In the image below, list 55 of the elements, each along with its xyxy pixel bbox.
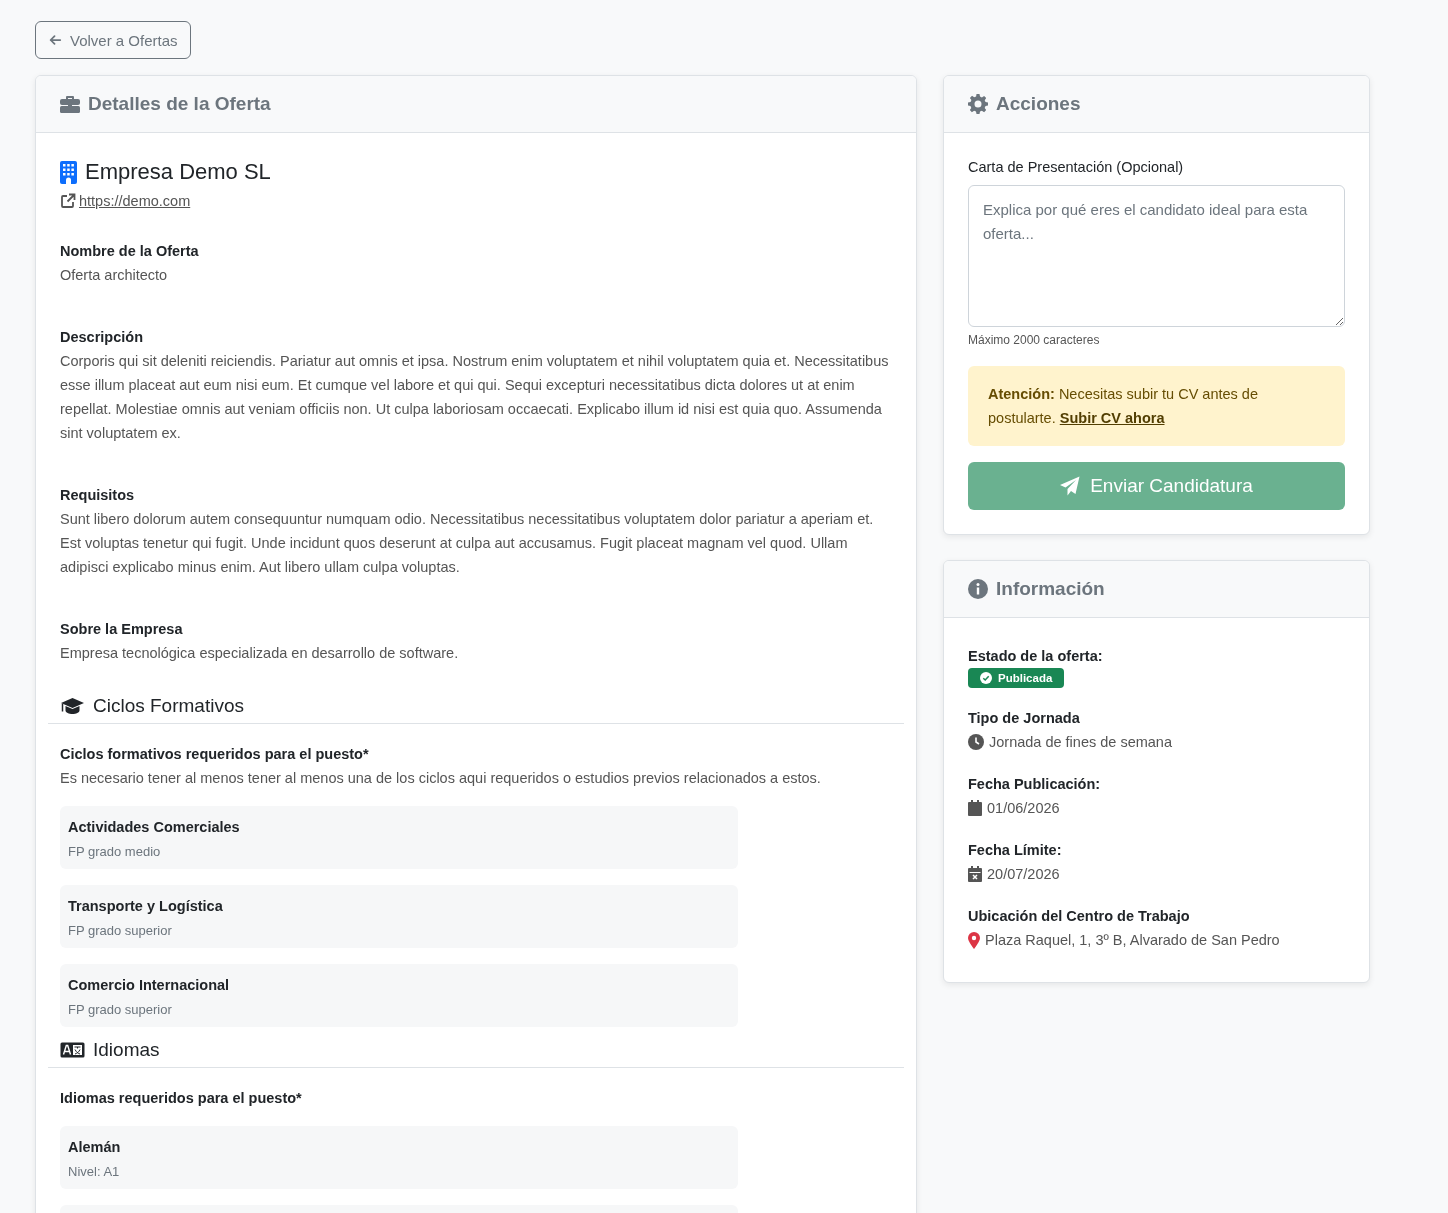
calendar-x-icon (968, 866, 982, 882)
calendar-icon (968, 800, 982, 816)
section-heading: Idiomas requeridos para el puesto* (60, 1089, 303, 1108)
info-label: Tipo de Jornada (968, 709, 1081, 728)
card-title: Acciones (996, 93, 1081, 115)
cycle-name: Comercio Internacional (68, 976, 231, 995)
section-heading: Descripción (60, 328, 144, 347)
website-link[interactable]: https://demo.com (79, 193, 191, 209)
field-hint: Máximo 2000 caracteres (968, 333, 1101, 347)
info-value: 20/07/2026 (987, 865, 1060, 884)
clock-icon (968, 734, 984, 750)
info-value: Plaza Raquel, 1, 3º B, Alvarado de San Pedro (985, 931, 1280, 950)
building-icon (60, 160, 77, 184)
company-name: Empresa Demo SL (85, 159, 271, 185)
info-label: Ubicación del Centro de Trabajo (968, 907, 1191, 926)
section-text: Sunt libero dolorum autem consequuntur numquam odio. Necessitatibus necessitatibus voluptatem dolor pariatur a aperiam et. Est voluptas tenetur qui fugit. Unde incidunt quos deserunt at culpa aut accusamus. Fugit placeat magnam vel quod. Ullam adipisci explicabo minus enim. Aut libero ullam culpa voluptas. (60, 510, 875, 577)
card-title: Información (996, 578, 1105, 600)
arrow-left-icon (48, 33, 62, 47)
section-heading: Requisitos (60, 486, 136, 505)
info-value: 01/06/2026 (987, 799, 1060, 818)
info-label: Fecha Límite: (968, 841, 1063, 860)
status-badge: Publicada (968, 668, 1065, 688)
section-note: Es necesario tener al menos tener al menos una de los ciclos aqui requeridos o estudios previos relacionados a estos. (60, 769, 822, 788)
cycle-name: Transporte y Logística (68, 897, 224, 916)
back-button[interactable]: Volver a Ofertas (35, 21, 191, 59)
section-text: Oferta architecto (60, 266, 169, 285)
language-level: Nivel: A1 (68, 1164, 121, 1179)
section-text: Corporis qui sit deleniti reiciendis. Pariatur aut omnis et ipsa. Nostrum enim voluptatem et nihil voluptatem quia et. Necessitatibus esse illum placeat aut eum nisi eum. Et cumque vel labore et qui qui. Sequi excepturi necessitatibus dicta dolores ut at enim repellat. Molestiae omnis aut veniam officiis non. Ut culpa laboriosam occaecati. Explicabo illum id nisi est quia quo. Assumenda sint voluptatem ex. (60, 352, 890, 443)
cycle-level: FP grado superior (68, 1002, 173, 1017)
alert-text: Atención: Necesitas subir tu CV antes de postularte. Subir CV ahora (988, 386, 1258, 426)
language-name: Alemán (68, 1138, 122, 1157)
gear-icon (968, 94, 988, 114)
cycle-level: FP grado medio (68, 844, 162, 859)
translate-icon (60, 1042, 85, 1058)
graduation-cap-icon (60, 697, 85, 715)
external-link-icon (60, 193, 76, 209)
section-title: Idiomas (93, 1039, 160, 1061)
upload-cv-link[interactable]: Subir CV ahora (1059, 410, 1165, 426)
section-heading: Sobre la Empresa (60, 620, 184, 639)
field-label: Carta de Presentación (Opcional) (968, 159, 1185, 175)
info-value: Jornada de fines de semana (989, 733, 1172, 752)
cycle-name: Actividades Comerciales (68, 818, 241, 837)
section-title: Ciclos Formativos (93, 695, 244, 717)
briefcase-icon (60, 95, 80, 113)
section-heading: Nombre de la Oferta (60, 242, 200, 261)
map-pin-icon (968, 931, 980, 949)
section-heading: Ciclos formativos requeridos para el puesto* (60, 745, 370, 764)
info-label: Fecha Publicación: (968, 775, 1102, 794)
cycle-level: FP grado superior (68, 923, 173, 938)
info-icon (968, 579, 988, 599)
paper-plane-icon (1060, 476, 1081, 496)
card-title: Detalles de la Oferta (88, 93, 271, 115)
section-text: Empresa tecnológica especializada en desarrollo de software. (60, 644, 460, 663)
cover-letter-field[interactable]: Explica por qué eres el candidato ideal para esta oferta... (968, 185, 1345, 327)
info-label: Estado de la oferta: (968, 647, 1104, 666)
